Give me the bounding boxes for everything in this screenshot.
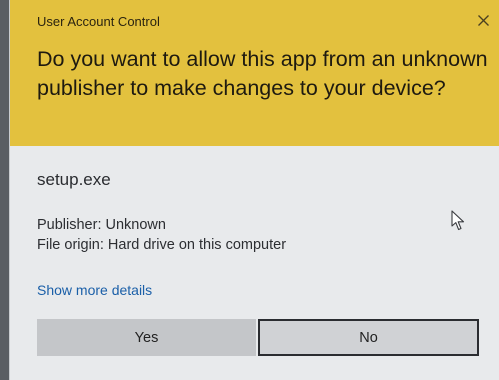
yes-button-label: Yes — [134, 329, 159, 346]
dialog-question: Do you want to allow this app from an un… — [37, 47, 488, 100]
dialog-body: setup.exe Publisher: Unknown File origin… — [10, 146, 499, 380]
mouse-pointer-icon — [451, 210, 465, 231]
dialog-title: User Account Control — [37, 14, 160, 29]
show-more-details-link[interactable]: Show more details — [37, 282, 152, 298]
dialog-header: User Account Control Do you want to allo… — [10, 0, 499, 146]
uac-dialog: User Account Control Do you want to allo… — [9, 0, 499, 380]
no-button[interactable]: No — [258, 319, 479, 356]
yes-button[interactable]: Yes — [37, 319, 256, 356]
close-button[interactable] — [468, 6, 498, 34]
close-icon — [477, 14, 489, 26]
publisher-info: Publisher: Unknown — [37, 217, 166, 233]
app-name: setup.exe — [37, 170, 111, 189]
file-origin-info: File origin: Hard drive on this computer — [37, 237, 287, 253]
no-button-label: No — [359, 329, 378, 346]
